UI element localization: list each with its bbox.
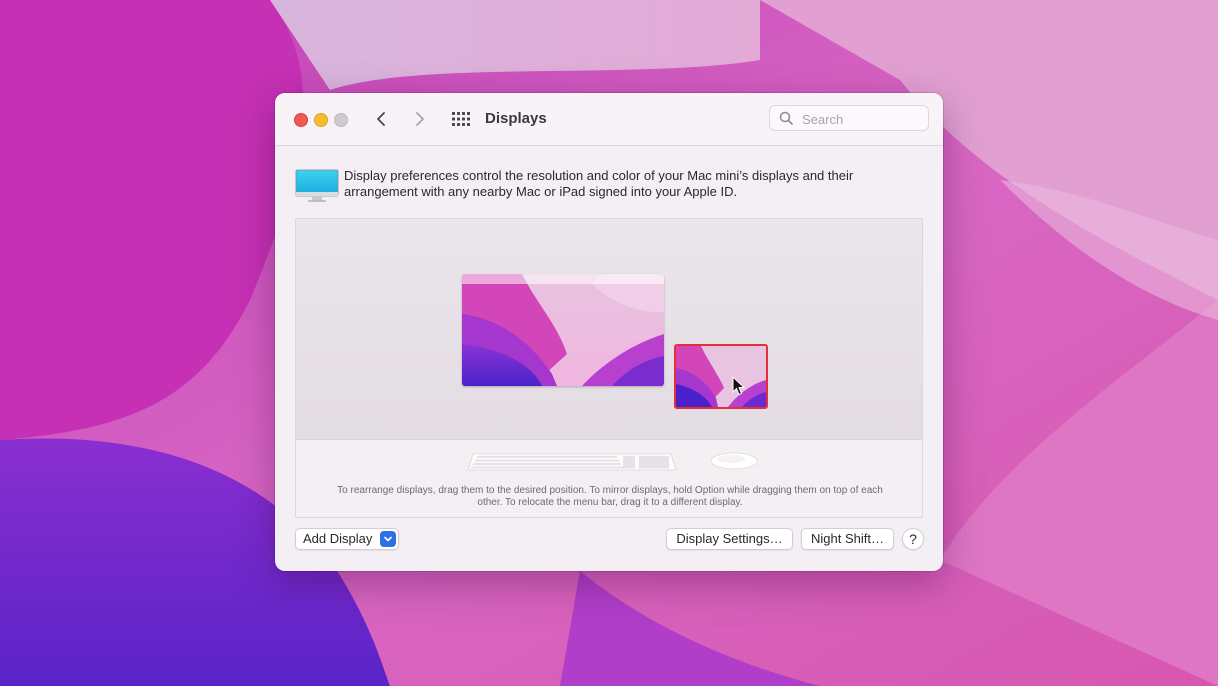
- add-display-label: Add Display: [303, 531, 373, 546]
- add-display-button[interactable]: Add Display: [295, 528, 399, 550]
- close-button[interactable]: [294, 113, 308, 127]
- grid-icon: [452, 112, 470, 126]
- title-bar: Displays: [275, 93, 943, 146]
- monitor-icon: [295, 169, 339, 202]
- display-arrangement-panel: To rearrange displays, drag them to the …: [295, 218, 923, 518]
- secondary-display-thumbnail[interactable]: [674, 344, 768, 409]
- wallpaper-thumbnail: [462, 274, 664, 386]
- intro-description: Display preferences control the resoluti…: [344, 168, 854, 199]
- arrangement-hint: To rearrange displays, drag them to the …: [337, 485, 883, 508]
- mouse-icon: [710, 452, 758, 470]
- menu-bar-indicator[interactable]: [462, 274, 664, 284]
- back-button[interactable]: [372, 109, 392, 129]
- night-shift-button[interactable]: Night Shift…: [801, 528, 894, 550]
- cursor-icon: [732, 376, 746, 396]
- chevron-right-icon: [416, 112, 424, 126]
- search-icon: [779, 111, 793, 125]
- chevron-left-icon: [377, 112, 385, 126]
- main-display-thumbnail[interactable]: [462, 274, 664, 386]
- dropdown-chevron: [380, 531, 396, 547]
- display-settings-button[interactable]: Display Settings…: [666, 528, 793, 550]
- minimize-button[interactable]: [314, 113, 328, 127]
- show-all-button[interactable]: [451, 111, 471, 127]
- forward-button[interactable]: [409, 109, 429, 129]
- keyboard-icon: [467, 453, 677, 471]
- zoom-button[interactable]: [334, 113, 348, 127]
- help-button[interactable]: ?: [902, 528, 924, 550]
- search-field[interactable]: [769, 105, 929, 131]
- chevron-down-icon: [384, 536, 392, 542]
- wallpaper-thumbnail: [676, 346, 766, 407]
- window-title: Displays: [485, 110, 547, 127]
- search-input[interactable]: [800, 110, 924, 128]
- displays-window: Displays Display preferences control the…: [275, 93, 943, 571]
